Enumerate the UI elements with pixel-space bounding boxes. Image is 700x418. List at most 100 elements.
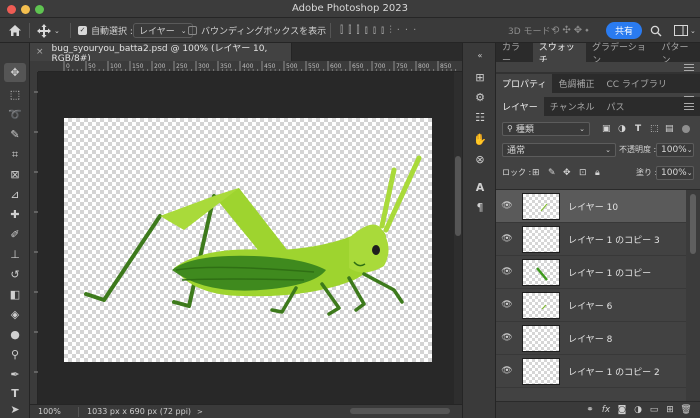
tab-cc-libraries[interactable]: CC ライブラリ	[600, 74, 672, 93]
new-layer-icon[interactable]: ⊞	[662, 405, 678, 415]
visibility-eye-icon[interactable]: 👁︎	[496, 267, 518, 277]
horizontal-ruler[interactable]: 0 50 100 150 200 250 300 350 400 450 500 550 600 650 7…	[38, 61, 462, 72]
paragraph-panel-icon[interactable]: ¶	[472, 199, 488, 215]
fill-field[interactable]: 100% ⌄	[656, 165, 694, 180]
blur-tool-icon[interactable]: ●	[4, 325, 26, 344]
move-tool-icon[interactable]: ✥	[4, 63, 26, 82]
tab-color[interactable]: カラー	[496, 43, 533, 66]
new-adjustment-layer-icon[interactable]: ◑	[630, 405, 646, 415]
auto-select-target-dropdown[interactable]: レイヤー ⌄	[133, 23, 193, 38]
layer-row[interactable]: 👁︎ レイヤー 1 のコピー 3	[496, 223, 686, 256]
adjust-panel-icon[interactable]: ☷	[472, 109, 488, 125]
crop-tool-icon[interactable]: ⌗	[4, 145, 26, 164]
vertical-scroll-thumb[interactable]	[455, 156, 461, 236]
visibility-eye-icon[interactable]: 👁︎	[496, 201, 518, 211]
distribute-icon[interactable]: ⫶	[389, 25, 397, 36]
home-icon[interactable]	[8, 18, 22, 43]
tab-paths[interactable]: パス	[600, 97, 630, 116]
filter-adjustment-icon[interactable]: ◑	[618, 124, 626, 134]
filter-smart-object-icon[interactable]: ▤	[665, 124, 674, 134]
close-tab-icon[interactable]: ×	[36, 47, 44, 57]
eraser-tool-icon[interactable]: ◧	[4, 285, 26, 304]
more-icon[interactable]: ···	[397, 25, 422, 36]
filter-toggle-icon[interactable]	[682, 124, 690, 133]
add-mask-icon[interactable]: ◙	[614, 405, 630, 415]
history-panel-icon[interactable]: ⊞	[472, 69, 488, 85]
pen-tool-icon[interactable]: ✒	[4, 365, 26, 384]
align-left-icon[interactable]: ⫿	[340, 25, 348, 36]
tab-channels[interactable]: チャンネル	[544, 97, 601, 116]
history-brush-tool-icon[interactable]: ↺	[4, 265, 26, 284]
healing-brush-tool-icon[interactable]: ✚	[4, 205, 26, 224]
document-tab[interactable]: × bug_syouryou_batta2.psd @ 100% (レイヤー 1…	[30, 43, 292, 64]
lock-artboard-icon[interactable]: ⊡	[579, 168, 587, 178]
align-top-icon[interactable]: ⫾	[365, 25, 373, 36]
clone-stamp-tool-icon[interactable]: ⊥	[4, 245, 26, 264]
lasso-tool-icon[interactable]: ➰	[4, 105, 26, 124]
align-right-icon[interactable]: ⫿	[356, 25, 364, 36]
vertical-ruler[interactable]	[30, 72, 38, 404]
move-tool-preset-icon[interactable]: ⌄	[37, 18, 60, 43]
filter-shape-icon[interactable]: ⬚	[650, 124, 659, 134]
align-center-icon[interactable]: ⫿	[348, 25, 356, 36]
link-layers-icon[interactable]: ⚭	[582, 405, 598, 415]
zoom-level[interactable]: 100%	[30, 407, 68, 416]
layers-scrollbar[interactable]	[686, 190, 700, 402]
auto-select-checkbox[interactable]: ✓	[78, 26, 87, 35]
marquee-tool-icon[interactable]: ⬚	[4, 85, 26, 104]
align-bottom-icon[interactable]: ⫾	[381, 25, 389, 36]
delete-layer-icon[interactable]: 🗑︎	[678, 405, 694, 415]
collapse-arrows-icon[interactable]: «	[472, 47, 488, 63]
layers-panel-menu-icon[interactable]	[684, 103, 694, 110]
filter-type-icon[interactable]: T	[635, 124, 641, 134]
frame-tool-icon[interactable]: ⊠	[4, 165, 26, 184]
dodge-tool-icon[interactable]: ⚲	[4, 345, 26, 364]
quick-selection-tool-icon[interactable]: ✎	[4, 125, 26, 144]
search-icon[interactable]	[650, 18, 662, 43]
layer-row[interactable]: 👁︎ レイヤー 1 のコピー 2	[496, 355, 686, 388]
learn-panel-icon[interactable]: ✋	[472, 131, 488, 147]
filter-pixel-icon[interactable]: ▣	[602, 124, 611, 134]
blend-mode-dropdown[interactable]: 通常 ⌄	[502, 142, 616, 157]
vertical-scrollbar[interactable]	[454, 72, 462, 404]
share-button[interactable]: 共有	[606, 22, 642, 39]
document-canvas[interactable]	[64, 118, 432, 362]
layer-style-icon[interactable]: fx	[598, 405, 614, 415]
align-icons-group[interactable]: ⫿ ⫿ ⫿ ⫾ ⫾ ⫾ ⫶ ···	[340, 18, 421, 43]
tab-gradients[interactable]: グラデーション	[586, 43, 656, 66]
align-middle-icon[interactable]: ⫾	[373, 25, 381, 36]
lock-transparent-icon[interactable]: ⊞	[532, 168, 540, 178]
tab-properties[interactable]: プロパティ	[496, 74, 553, 93]
horizontal-scroll-thumb[interactable]	[350, 408, 450, 414]
layer-row[interactable]: 👁︎ レイヤー 8	[496, 322, 686, 355]
visibility-eye-icon[interactable]: 👁︎	[496, 333, 518, 343]
eyedropper-tool-icon[interactable]: ⊿	[4, 185, 26, 204]
brush-tool-icon[interactable]: ✐	[4, 225, 26, 244]
visibility-eye-icon[interactable]: 👁︎	[496, 366, 518, 376]
bounding-box-checkbox[interactable]	[188, 26, 197, 35]
path-selection-tool-icon[interactable]: ➤	[4, 400, 26, 418]
swatches-panel-menu-icon[interactable]	[684, 64, 694, 71]
status-menu-arrow-icon[interactable]: >	[197, 408, 203, 416]
layers-scroll-thumb[interactable]	[690, 194, 696, 254]
opacity-field[interactable]: 100% ⌄	[656, 142, 694, 157]
visibility-eye-icon[interactable]: 👁︎	[496, 234, 518, 244]
tab-layers[interactable]: レイヤー	[496, 97, 544, 116]
tab-patterns[interactable]: パターン	[655, 43, 700, 66]
layer-row[interactable]: 👁︎ レイヤー 10	[496, 190, 686, 223]
lock-image-icon[interactable]: ✎	[548, 168, 556, 178]
tab-swatches[interactable]: スウォッチ	[532, 43, 586, 66]
lock-position-icon[interactable]: ✥	[563, 168, 571, 178]
actions-panel-icon[interactable]: ⚙	[472, 89, 488, 105]
layer-row[interactable]: 👁︎ レイヤー 1 のコピー	[496, 256, 686, 289]
navigator-panel-icon[interactable]: ⊗	[472, 151, 488, 167]
new-group-icon[interactable]: ▭	[646, 405, 662, 415]
paint-bucket-tool-icon[interactable]: ◈	[4, 305, 26, 324]
character-panel-icon[interactable]: A	[472, 179, 488, 195]
layer-row[interactable]: 👁︎ レイヤー 6	[496, 289, 686, 322]
visibility-eye-icon[interactable]: 👁︎	[496, 300, 518, 310]
tab-adjustments[interactable]: 色調補正	[552, 74, 600, 93]
canvas-area[interactable]	[38, 72, 454, 404]
lock-all-icon[interactable]: 🔒︎	[595, 168, 600, 178]
layer-filter-kind-dropdown[interactable]: ⚲ 種類 ⌄	[502, 121, 590, 136]
